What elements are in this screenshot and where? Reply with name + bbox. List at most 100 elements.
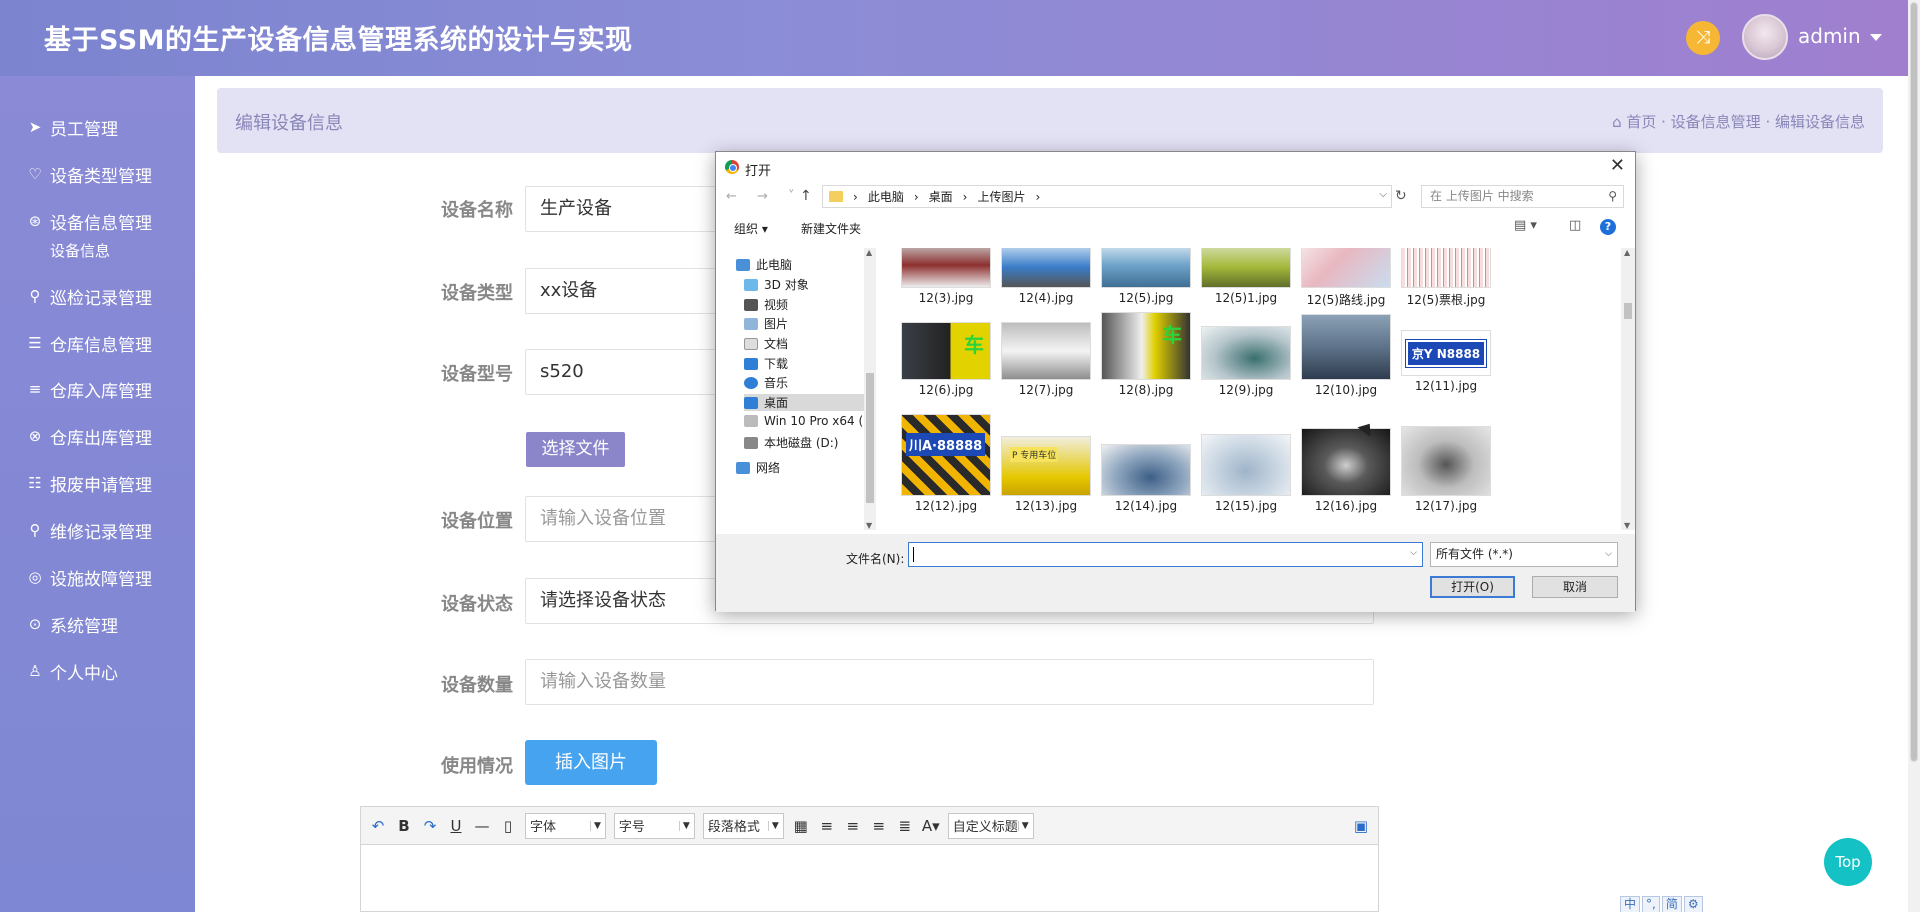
nav-item-3d[interactable]: 3D 对象 <box>744 276 809 293</box>
file-item[interactable]: 12(10).jpg <box>1296 314 1396 397</box>
scroll-up-icon[interactable]: ▲ <box>866 248 872 257</box>
nav-item-music[interactable]: 音乐 <box>744 374 788 391</box>
preview-pane-icon[interactable]: ◫ <box>1569 218 1581 233</box>
close-icon[interactable]: ✕ <box>1610 155 1625 176</box>
nav-item-downloads[interactable]: 下载 <box>744 355 788 372</box>
page-scrollbar-thumb[interactable] <box>1910 2 1918 762</box>
fullscreen-icon[interactable]: ▣ <box>1352 817 1370 835</box>
redo-icon[interactable]: ↷ <box>421 817 439 835</box>
table-icon[interactable]: ▦ <box>792 817 810 835</box>
choose-file-button[interactable]: 选择文件 <box>526 432 625 467</box>
nav-item-network[interactable]: 网络 <box>736 459 780 476</box>
paragraph-select[interactable]: 段落格式 ▼ <box>702 812 784 839</box>
undo-icon[interactable]: ↶ <box>369 817 387 835</box>
avatar[interactable] <box>1742 14 1788 60</box>
filetype-select[interactable]: 所有文件 (*.*) ⌵ <box>1430 542 1618 567</box>
rich-text-editor[interactable]: ↶ B ↷ U — ▯ 字体 ▼ 字号 ▼ 段落格式 ▼ ▦ ≡ ≡ ≡ ≣ A▾ 自… <box>360 806 1379 912</box>
nav-scrollbar-thumb[interactable] <box>866 373 874 503</box>
nav-item-local-disk[interactable]: 本地磁盘 (D:) <box>744 434 838 451</box>
dialog-titlebar[interactable]: 打开 ✕ <box>716 152 1635 182</box>
chevron-down-icon[interactable]: ⌵ <box>1379 189 1387 200</box>
cancel-button[interactable]: 取消 <box>1532 576 1618 598</box>
ime-simplified[interactable]: 简 <box>1661 896 1682 912</box>
username[interactable]: admin <box>1798 24 1861 48</box>
align-right-icon[interactable]: ≡ <box>844 817 862 835</box>
custom-title-select[interactable]: 自定义标题 ▼ <box>947 812 1034 839</box>
file-item[interactable]: 车 12(8).jpg <box>1096 312 1196 397</box>
back-forward-icon[interactable]: ← → ˅ <box>726 189 803 204</box>
file-item[interactable]: 12(9).jpg <box>1196 326 1296 397</box>
nav-item-video[interactable]: 视频 <box>744 296 788 313</box>
ime-toolbar[interactable]: 中 °, 简 ⚙ <box>1620 896 1703 912</box>
sidebar-item-device-info[interactable]: ⊛ 设备信息管理 <box>24 204 152 238</box>
page-scrollbar[interactable] <box>1908 0 1920 912</box>
file-item[interactable]: 12(14).jpg <box>1096 444 1196 513</box>
font-family-select[interactable]: 字体 ▼ <box>525 812 606 839</box>
justify-icon[interactable]: ≣ <box>896 817 914 835</box>
scroll-down-icon[interactable]: ▼ <box>866 521 872 530</box>
align-left-icon[interactable]: ≡ <box>818 817 836 835</box>
help-icon[interactable]: ? <box>1600 219 1616 235</box>
sidebar-item-employee[interactable]: ➤ 员工管理 <box>24 110 118 144</box>
sidebar-item-device-type[interactable]: ♡ 设备类型管理 <box>24 157 152 191</box>
insert-image-button[interactable]: 插入图片 <box>525 740 657 785</box>
align-center-icon[interactable]: ≡ <box>870 817 888 835</box>
up-arrow-icon[interactable]: ↑ <box>800 188 812 204</box>
filename-input[interactable]: ⌵ <box>908 542 1423 567</box>
sidebar-item-stock-in[interactable]: ≡ 仓库入库管理 <box>24 372 152 406</box>
file-scrollbar-thumb[interactable] <box>1624 303 1632 319</box>
caret-down-icon[interactable] <box>1870 34 1882 41</box>
file-item[interactable]: 12(7).jpg <box>996 322 1096 397</box>
nav-item-documents[interactable]: 文档 <box>744 335 788 352</box>
file-scrollbar[interactable]: ▲ ▼ <box>1621 248 1635 530</box>
file-item[interactable]: 川A·88888 12(12).jpg <box>896 414 996 513</box>
file-item[interactable]: 12(5).jpg <box>1096 248 1196 305</box>
sidebar-item-scrap[interactable]: ☷ 报废申请管理 <box>24 466 152 500</box>
sidebar-item-system[interactable]: ⊙ 系统管理 <box>24 607 118 641</box>
sidebar-item-fault[interactable]: ◎ 设施故障管理 <box>24 560 152 594</box>
ime-settings-icon[interactable]: ⚙ <box>1683 896 1703 912</box>
file-item[interactable]: 12(3).jpg <box>896 248 996 305</box>
file-item[interactable]: 12(17).jpg <box>1396 426 1496 513</box>
sidebar-item-inspection[interactable]: ⚲ 巡检记录管理 <box>24 279 153 313</box>
address-item[interactable]: 上传图片 <box>977 188 1025 205</box>
page-icon[interactable]: ▯ <box>499 817 517 835</box>
refresh-icon[interactable]: ↻ <box>1395 188 1407 204</box>
address-item[interactable]: 桌面 <box>929 188 953 205</box>
chevron-down-icon[interactable]: ⌵ <box>1410 548 1417 558</box>
file-item[interactable]: P 专用车位 12(13).jpg <box>996 436 1096 513</box>
file-item[interactable]: 京Y N8888 12(11).jpg <box>1396 330 1496 393</box>
nav-item-this-pc[interactable]: 此电脑 <box>736 256 792 273</box>
font-size-select[interactable]: 字号 ▼ <box>613 812 695 839</box>
ime-punct[interactable]: °, <box>1642 896 1660 912</box>
file-item[interactable]: 12(5)1.jpg <box>1196 248 1296 305</box>
dialog-search-input[interactable]: 在 上传图片 中搜索 ⚲ <box>1421 185 1624 208</box>
sidebar-item-warehouse[interactable]: ☰ 仓库信息管理 <box>24 326 152 360</box>
nav-item-pictures[interactable]: 图片 <box>744 315 788 332</box>
view-options-icon[interactable]: ▤ ▾ <box>1514 218 1537 233</box>
nav-scrollbar[interactable]: ▲ ▼ <box>864 248 876 530</box>
sidebar-subitem-device-info[interactable]: 设备信息 <box>50 240 110 261</box>
device-quantity-field[interactable]: 请输入设备数量 <box>525 659 1374 705</box>
address-item[interactable]: 此电脑 <box>868 188 904 205</box>
font-color-icon[interactable]: A▾ <box>922 817 940 835</box>
home-icon[interactable]: ⌂ <box>1612 113 1626 131</box>
breadcrumb-path[interactable]: 首页 · 设备信息管理 · 编辑设备信息 <box>1626 113 1865 131</box>
back-to-top-button[interactable]: Top <box>1824 838 1872 886</box>
bold-icon[interactable]: B <box>395 817 413 835</box>
scroll-up-icon[interactable]: ▲ <box>1624 248 1630 257</box>
file-item[interactable]: 12(4).jpg <box>996 248 1096 305</box>
scroll-down-icon[interactable]: ▼ <box>1624 521 1630 530</box>
organize-button[interactable]: 组织 ▾ <box>734 220 768 237</box>
nav-item-win-drive[interactable]: Win 10 Pro x64 ( <box>744 414 863 428</box>
address-bar[interactable]: › 此电脑 › 桌面 › 上传图片 › ⌵ <box>822 185 1392 208</box>
sidebar-item-repair[interactable]: ⚲ 维修记录管理 <box>24 513 153 547</box>
file-item[interactable]: 12(5)票根.jpg <box>1396 248 1496 308</box>
nav-item-desktop[interactable]: 桌面 <box>744 394 864 411</box>
new-folder-button[interactable]: 新建文件夹 <box>801 220 861 237</box>
open-button[interactable]: 打开(O) <box>1430 576 1515 598</box>
ime-chinese[interactable]: 中 <box>1620 896 1641 912</box>
sidebar-item-profile[interactable]: ♙ 个人中心 <box>24 654 118 688</box>
file-item[interactable]: 12(16).jpg <box>1296 428 1396 513</box>
sidebar-item-stock-out[interactable]: ⊗ 仓库出库管理 <box>24 419 152 453</box>
